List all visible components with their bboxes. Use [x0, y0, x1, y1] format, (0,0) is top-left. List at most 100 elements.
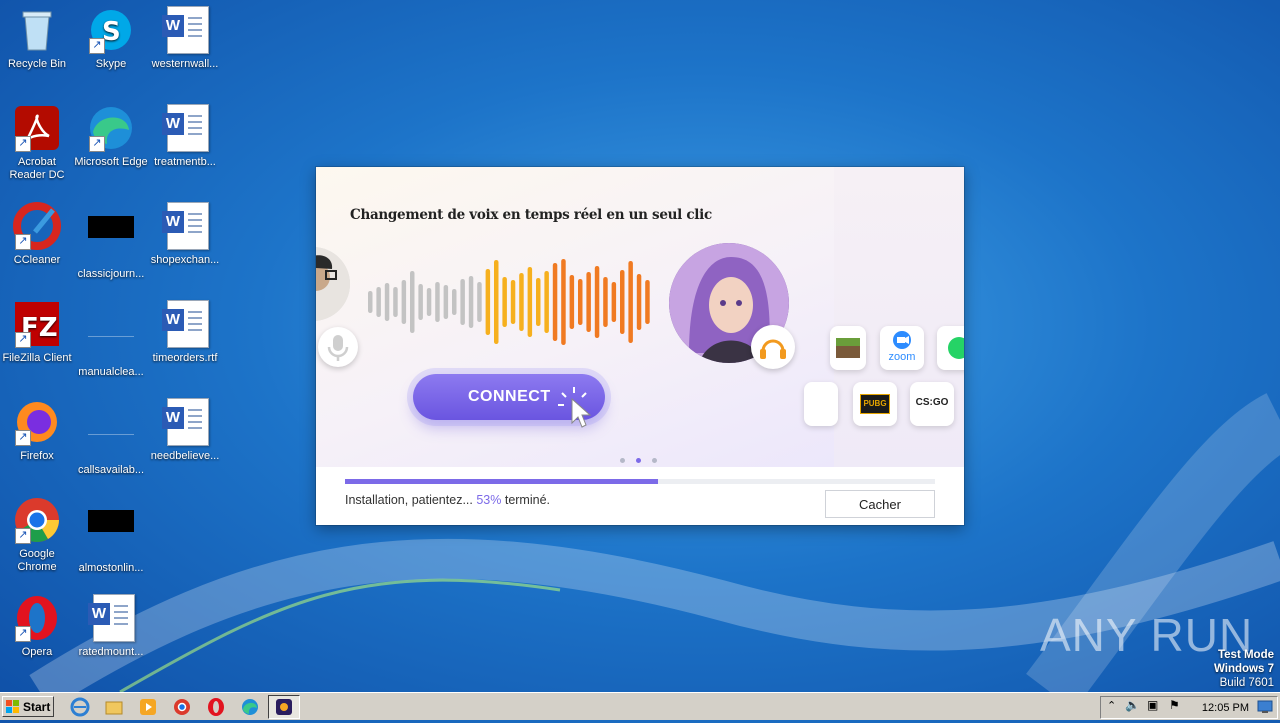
edge-icon: ↗ [87, 104, 135, 152]
skype-icon: S ↗ [87, 6, 135, 54]
shortcut-arrow-icon: ↗ [15, 626, 31, 642]
taskbar: Start ⌃ 🔈 ▣ ⚑ 12:05 PM [0, 692, 1280, 720]
desktop-icon-label: westernwall... [151, 58, 219, 70]
desktop: Recycle Bin ↗ Acrobat Reader DC ↗ CClean… [0, 0, 1280, 692]
desktop-icon-label: Opera [21, 646, 53, 658]
desktop-icon-ccleaner[interactable]: ↗ CCleaner [0, 202, 74, 267]
desktop-icon-skype[interactable]: S ↗ Skype [74, 6, 148, 71]
desktop-icon-classicjourn[interactable]: classicjourn... [74, 202, 148, 281]
desktop-icon-filezilla[interactable]: FZ ↗ FileZilla Client [0, 300, 74, 365]
acrobat-icon: ↗ [13, 104, 61, 152]
desktop-icon-chrome[interactable]: ↗ Google Chrome [0, 496, 74, 574]
taskbar-clock[interactable]: 12:05 PM [1202, 702, 1249, 714]
desktop-icon-needbelieve[interactable]: W needbelieve... [148, 398, 222, 463]
install-status-text: Installation, patientez... 53% terminé. [345, 493, 550, 507]
install-progress-fill [345, 479, 658, 484]
edge-icon[interactable] [240, 697, 260, 717]
desktop-icon-label: Google Chrome [17, 548, 57, 573]
waveform-bar [510, 280, 516, 324]
zoom-app-icon: zoom [880, 326, 924, 370]
desktop-icon-label: Recycle Bin [7, 58, 67, 70]
carousel-dot[interactable] [620, 458, 625, 463]
desktop-icon-manualclea[interactable]: manualclea... [74, 300, 148, 379]
desktop-icon-shopexchan[interactable]: W shopexchan... [148, 202, 222, 267]
banner-headline: Changement de voix en temps réel en un s… [350, 207, 712, 223]
voice-waveform [368, 259, 650, 345]
waveform-bar [527, 267, 533, 337]
waveform-bar [620, 270, 625, 334]
whatsapp-app-icon [937, 326, 964, 370]
waveform-bar [494, 260, 499, 344]
waveform-bar [426, 288, 432, 316]
tray-expand-icon[interactable]: ⌃ [1107, 699, 1116, 712]
desktop-icon-firefox[interactable]: ↗ Firefox [0, 398, 74, 463]
waveform-bar [384, 283, 390, 321]
show-desktop-icon[interactable] [1257, 700, 1273, 714]
test-mode-line: Test Mode [1217, 649, 1274, 661]
desktop-icon-acrobat[interactable]: ↗ Acrobat Reader DC [0, 104, 74, 182]
start-button[interactable]: Start [2, 696, 54, 717]
blank-file-icon [87, 216, 135, 264]
hide-button[interactable]: Cacher [825, 490, 935, 518]
waveform-bar [561, 259, 566, 345]
headset-icon [751, 325, 795, 369]
windows-version-line: Windows 7 [1214, 663, 1274, 675]
waveform-bar [468, 276, 474, 328]
waveform-bar [569, 275, 575, 329]
waveform-bar [628, 261, 633, 343]
media-player-icon[interactable] [138, 697, 158, 717]
explorer-folder-icon[interactable] [104, 697, 124, 717]
test-mode-notice: Test Mode Windows 7 Build 7601 [1214, 648, 1274, 690]
start-label: Start [23, 699, 51, 714]
waveform-bar [401, 280, 407, 324]
csgo-app-label: CS:GO [915, 397, 949, 408]
waveform-bar [586, 272, 591, 332]
microphone-icon [318, 327, 358, 367]
blank-file-icon [87, 412, 135, 460]
waveform-bar [452, 289, 457, 315]
carousel-dot[interactable] [652, 458, 657, 463]
action-center-flag-icon[interactable]: ⚑ [1169, 698, 1180, 712]
chrome-icon: ↗ [13, 496, 61, 544]
csgo-app-icon: CS:GO [910, 382, 954, 426]
volume-icon[interactable]: 🔈 [1125, 698, 1140, 712]
desktop-icon-label: Firefox [20, 450, 54, 462]
desktop-icon-westernwall[interactable]: W westernwall... [148, 6, 222, 71]
waveform-bar [519, 273, 524, 331]
desktop-icon-ratedmount[interactable]: W ratedmount... [74, 594, 148, 659]
word-document-icon: W [161, 398, 209, 446]
waveform-bar [443, 285, 449, 319]
desktop-icon-label: Skype [95, 58, 127, 70]
desktop-icon-treatmentb[interactable]: W treatmentb... [148, 104, 222, 169]
desktop-icon-callsavailab[interactable]: callsavailab... [74, 398, 148, 477]
installer-app-icon [276, 699, 292, 715]
desktop-icon-edge[interactable]: ↗ Microsoft Edge [74, 104, 148, 169]
waveform-bar [578, 279, 583, 325]
desktop-icon-label: Acrobat Reader DC [9, 156, 65, 181]
network-icon[interactable]: ▣ [1147, 698, 1158, 712]
chrome-icon[interactable] [172, 697, 192, 717]
desktop-icon-opera[interactable]: ↗ Opera [0, 594, 74, 659]
opera-icon[interactable] [206, 697, 226, 717]
waveform-bar [502, 277, 507, 327]
desktop-icon-timeorders[interactable]: W timeorders.rtf [148, 300, 222, 365]
shortcut-arrow-icon: ↗ [89, 136, 105, 152]
shortcut-arrow-icon: ↗ [89, 38, 105, 54]
apps-panel: zoom PUBG CS:GO [804, 167, 964, 467]
waveform-bar [393, 287, 398, 317]
build-line: Build 7601 [1219, 677, 1274, 689]
minecraft-app-icon [830, 326, 866, 370]
status-prefix: Installation, patientez... [345, 493, 477, 507]
word-document-icon: W [161, 300, 209, 348]
internet-explorer-icon[interactable] [70, 697, 90, 717]
desktop-icon-label: classicjourn... [77, 268, 145, 280]
desktop-icon-almostonlin[interactable]: almostonlin... [74, 496, 148, 575]
waveform-bar [594, 266, 600, 338]
taskbar-installer-button[interactable] [268, 695, 300, 719]
filezilla-icon: FZ ↗ [13, 300, 61, 348]
waveform-bar [485, 269, 491, 335]
carousel-dot-active[interactable] [636, 458, 641, 463]
desktop-icon-recycle-bin[interactable]: Recycle Bin [0, 6, 74, 71]
shortcut-arrow-icon: ↗ [15, 430, 31, 446]
waveform-bar [410, 271, 415, 333]
